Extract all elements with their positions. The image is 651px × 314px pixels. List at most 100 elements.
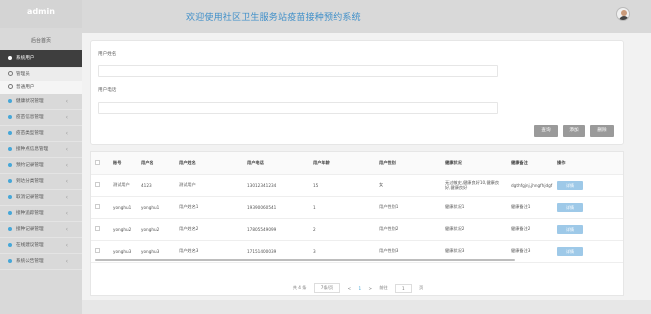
nav-label: 健康状况管理 (16, 99, 44, 104)
page-unit-label: 页 (419, 285, 424, 290)
col-header: 健康状况 (441, 152, 507, 175)
table-row: yonghu2 yonghu2 用户姓名2 17805549099 2 用户性别… (91, 218, 623, 241)
nav-home[interactable]: 后台首页 (0, 32, 82, 50)
nav-vaccine-type[interactable]: 疫苗类型管理 ‹ (0, 126, 82, 142)
col-header: 用户名 (137, 152, 175, 175)
cell-fullname: 测试用户 (175, 174, 243, 197)
menu-dot-icon (8, 114, 12, 119)
cell-username: 4123 (137, 174, 175, 197)
cell-fullname: 用户姓名2 (175, 218, 243, 241)
cell-actions: 详情 (553, 240, 623, 263)
goto-page-input[interactable]: 1 (395, 283, 412, 293)
menu-dot-icon (8, 146, 12, 151)
col-header: 用户电话 (243, 152, 309, 175)
cell-health-note: 健康备注1 (507, 196, 553, 219)
page-title: 欢迎使用社区卫生服务站疫苗接种预约系统 (186, 13, 361, 23)
name-input[interactable] (98, 65, 498, 77)
menu-dot-icon (8, 55, 12, 60)
cell-gender: 用户性别2 (375, 218, 441, 241)
sub-item-normal-user-label: 普通用户 (16, 85, 35, 90)
nav-vaccine-info[interactable]: 疫苗信息管理 ‹ (0, 110, 82, 126)
user-table-card: 账号 用户名 用户姓名 用户电话 用户年龄 用户性别 健康状况 健康备注 操作 (90, 151, 624, 296)
menu-dot-icon (8, 178, 12, 183)
nav-suggestions[interactable]: 在线建议管理 ‹ (0, 238, 82, 254)
menu-dot-icon (8, 242, 12, 247)
chevron-left-icon: ‹ (65, 210, 68, 217)
query-button[interactable]: 查询 (534, 125, 558, 137)
next-page-button[interactable]: > (368, 286, 372, 291)
page-size-select[interactable]: 7条/页 (313, 283, 341, 293)
nav-announcements[interactable]: 系统公告管理 ‹ (0, 254, 82, 270)
nav-label: 系统公告管理 (16, 259, 44, 264)
row-checkbox[interactable] (95, 204, 100, 209)
main-content: 用户姓名 用户电话 查询 添加 删除 账号 用户名 用户姓名 用户电话 用户年龄 (82, 33, 651, 314)
chevron-left-icon: ‹ (65, 98, 68, 105)
nav-arrival-category[interactable]: 到达分类管理 ‹ (0, 174, 82, 190)
chevron-left-icon: ‹ (65, 242, 68, 249)
col-header: 用户姓名 (175, 152, 243, 175)
nav-system-users[interactable]: 系统用户 (0, 50, 82, 68)
cell-health-note: dgthfgjnj,jhngfhjdgf (507, 174, 553, 197)
cell-gender: 用户性别1 (375, 196, 441, 219)
circle-icon (8, 84, 13, 89)
cell-phone: 19390060541 (243, 196, 309, 219)
menu-dot-icon (8, 130, 12, 135)
col-header: 用户性别 (375, 152, 441, 175)
add-button[interactable]: 添加 (563, 125, 585, 137)
sub-item-admin[interactable]: 管理员 (0, 68, 82, 81)
avatar[interactable] (616, 7, 630, 21)
phone-label: 用户电话 (98, 88, 117, 93)
menu-dot-icon (8, 210, 12, 215)
avatar-body (619, 16, 629, 20)
detail-button[interactable]: 详情 (557, 246, 583, 256)
detail-button[interactable]: 详情 (557, 224, 583, 234)
nav-label: 预约记录管理 (16, 163, 44, 168)
nav-label: 接种点信息管理 (16, 147, 49, 152)
detail-button[interactable]: 详情 (557, 180, 583, 190)
chevron-left-icon: ‹ (65, 226, 68, 233)
cell-username: yonghu1 (137, 196, 175, 219)
header-checkbox-cell (91, 152, 109, 175)
search-form: 用户姓名 用户电话 查询 添加 删除 (90, 40, 624, 145)
prev-page-button[interactable]: < (348, 286, 352, 291)
col-header: 账号 (109, 152, 137, 175)
row-checkbox[interactable] (95, 182, 100, 187)
chevron-left-icon: ‹ (65, 194, 68, 201)
nav-vaccination-records[interactable]: 接种记录管理 ‹ (0, 222, 82, 238)
pagination: 共 4 条 7条/页 < 1 > 前往 1 页 (91, 283, 625, 293)
circle-icon (8, 71, 13, 76)
chevron-left-icon: ‹ (65, 146, 68, 153)
cell-health: 无过敏史,健康良好10,健康良好,健康良好 (441, 174, 507, 197)
nav-label: 疫苗类型管理 (16, 131, 44, 136)
brand-logo: admin (0, 0, 82, 28)
delete-button[interactable]: 删除 (590, 125, 614, 137)
row-checkbox[interactable] (95, 226, 100, 231)
cell-account: 测试用户 (109, 174, 137, 197)
nav-cancel-records[interactable]: 取消记录管理 ‹ (0, 190, 82, 206)
detail-button[interactable]: 详情 (557, 202, 583, 212)
menu-dot-icon (8, 162, 12, 167)
horizontal-scrollbar[interactable] (95, 259, 515, 261)
top-header: 欢迎使用社区卫生服务站疫苗接种预约系统 (82, 0, 651, 33)
cell-account: yonghu2 (109, 218, 137, 241)
sub-item-normal-user[interactable]: 普通用户 (0, 81, 82, 94)
nav-booking-records[interactable]: 预约记录管理 ‹ (0, 158, 82, 174)
nav-label: 到达分类管理 (16, 179, 44, 184)
cell-gender: 女 (375, 174, 441, 197)
col-header: 操作 (553, 152, 623, 175)
app-root: admin 后台首页 系统用户 管理员 普通用户 健康状况管理 ‹ 疫苗信息管理 ‹… (0, 0, 651, 314)
nav-site-info[interactable]: 接种点信息管理 ‹ (0, 142, 82, 158)
table-row: yonghu1 yonghu1 用户姓名1 19390060541 1 用户性别… (91, 196, 623, 219)
user-table: 账号 用户名 用户姓名 用户电话 用户年龄 用户性别 健康状况 健康备注 操作 (91, 152, 623, 263)
phone-input[interactable] (98, 102, 498, 114)
select-all-checkbox[interactable] (95, 159, 100, 165)
page-number-current[interactable]: 1 (358, 286, 361, 291)
nav-label: 疫苗信息管理 (16, 115, 44, 120)
chevron-left-icon: ‹ (65, 258, 68, 265)
row-checkbox[interactable] (95, 248, 100, 253)
nav-health-status[interactable]: 健康状况管理 ‹ (0, 94, 82, 110)
nav-tracking[interactable]: 接种追踪管理 ‹ (0, 206, 82, 222)
cell-phone: 17805549099 (243, 218, 309, 241)
cell-phone: 13012341234 (243, 174, 309, 197)
cell-username: yonghu2 (137, 218, 175, 241)
